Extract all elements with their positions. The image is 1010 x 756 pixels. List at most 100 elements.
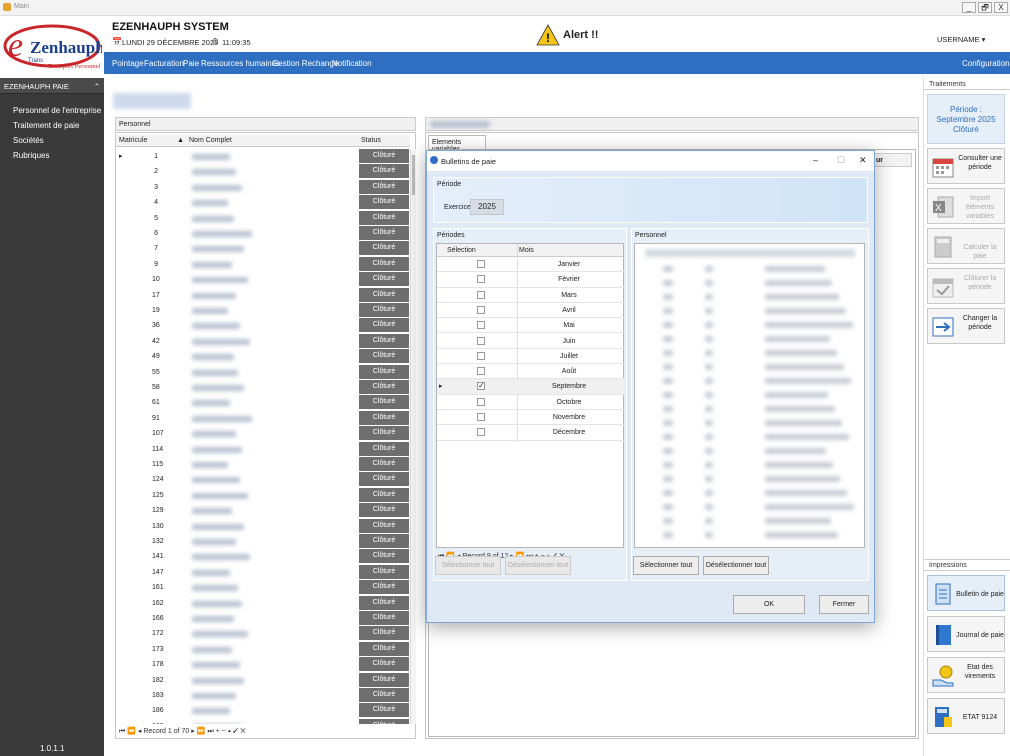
month-checkbox[interactable] [477,351,485,360]
list-item[interactable] [635,514,864,528]
table-row[interactable]: 91 Clôturé [116,410,411,426]
list-item[interactable] [635,416,864,430]
menu-gestion-rechange[interactable]: Gestion Rechange [272,59,338,68]
col-status[interactable]: Status [358,135,410,147]
calculer-paie-button[interactable]: Calculer la paie [927,228,1005,264]
list-item[interactable] [635,458,864,472]
month-row[interactable]: Octobre [437,395,624,410]
import-elements-button[interactable]: X Import éléments variables [927,188,1005,224]
table-row[interactable]: 107 Clôturé [116,426,411,441]
month-checkbox[interactable] [477,321,485,330]
month-checkbox[interactable] [477,413,485,421]
table-row[interactable]: 114 Clôturé [116,441,411,457]
periodes-select-all-button[interactable]: Sélectionner tout [435,556,501,575]
table-row[interactable]: 186 Clôturé [116,703,411,718]
list-item[interactable] [635,528,864,542]
warning-icon[interactable]: ! [536,24,560,48]
username-dropdown[interactable]: USERNAME ▾ [937,35,985,44]
month-row[interactable]: Mai [437,318,624,334]
table-row[interactable]: 115 Clôturé [116,457,411,472]
table-row[interactable]: 10 Clôturé [116,272,411,287]
table-row[interactable]: 166 Clôturé [116,611,411,626]
table-row[interactable]: 6 Clôturé [116,226,411,241]
month-checkbox[interactable] [477,290,485,299]
month-row[interactable]: Mars [437,288,624,303]
table-row[interactable]: 3 Clôturé [116,179,411,195]
module-header[interactable]: EZENHAUPH PAIE ⌃ [0,78,104,94]
periodes-deselect-all-button[interactable]: Désélectionner tout [505,556,571,575]
table-row[interactable]: 147 Clôturé [116,564,411,580]
month-row[interactable]: ▸ ✓ Septembre [437,379,624,395]
consulter-periode-button[interactable]: Consulter une période [927,148,1005,184]
month-checkbox[interactable] [477,367,485,376]
table-row[interactable]: 7 Clôturé [116,241,411,256]
table-row[interactable]: 61 Clôturé [116,395,411,410]
month-row[interactable]: Novembre [437,410,624,426]
bulletin-paie-button[interactable]: Bulletin de paie [927,575,1005,611]
table-row[interactable]: 129 Clôturé [116,503,411,518]
table-row[interactable]: 172 Clôturé [116,626,411,641]
menu-paie[interactable]: Paie [183,59,199,68]
table-row[interactable]: 161 Clôturé [116,580,411,595]
etat-9124-button[interactable]: ETAT 9124 [927,698,1005,734]
list-item[interactable] [635,430,864,444]
month-checkbox[interactable]: ✓ [477,382,485,391]
list-item[interactable] [635,360,864,374]
alert-label[interactable]: Alert !! [563,29,598,41]
table-row[interactable]: 124 Clôturé [116,472,411,487]
list-item[interactable] [635,290,864,304]
dialog-maximize-button[interactable]: ☐ [837,155,845,166]
fermer-button[interactable]: Fermer [819,595,869,614]
minimize-button[interactable]: _ [962,2,976,13]
list-item[interactable] [635,402,864,416]
month-checkbox[interactable] [477,428,485,437]
ok-button[interactable]: OK [733,595,805,614]
list-item[interactable] [635,388,864,402]
table-row[interactable]: 55 Clôturé [116,364,411,380]
menu-ressources-humaines[interactable]: Ressources humaines [201,59,280,68]
month-row[interactable]: Février [437,272,624,288]
list-item[interactable] [635,262,864,276]
personnel-nav[interactable]: ⏮ ⏪ ◂ Record 1 of 70 ▸ ⏩ ⏭ + − ▴ ✓ ✕ [119,727,246,736]
table-row[interactable]: 17 Clôturé [116,287,411,303]
close-button[interactable]: X [994,2,1008,13]
table-row[interactable]: 141 Clôturé [116,549,411,564]
list-item[interactable] [635,444,864,458]
list-item[interactable] [635,486,864,500]
table-row[interactable]: 125 Clôturé [116,487,411,503]
table-row[interactable]: 9 Clôturé [116,256,411,272]
table-row[interactable]: 178 Clôturé [116,657,411,672]
table-row[interactable]: 36 Clôturé [116,318,411,333]
month-checkbox[interactable] [477,305,485,314]
changer-periode-button[interactable]: Changer la période [927,308,1005,344]
list-item[interactable] [635,346,864,360]
journal-paie-button[interactable]: Journal de paie [927,616,1005,652]
menu-facturation[interactable]: Facturation [144,59,184,68]
month-row[interactable]: Juillet [437,349,624,365]
nav-personnel[interactable]: Personnel de l'entreprise [13,106,101,115]
col-selection[interactable]: Sélection [447,247,476,254]
month-row[interactable]: Avril [437,303,624,319]
table-row[interactable]: 173 Clôturé [116,641,411,657]
col-matricule[interactable]: Matricule ▲ [116,135,186,147]
menu-notification[interactable]: Notification [332,59,372,68]
table-row[interactable]: 58 Clôturé [116,380,411,395]
table-row[interactable]: 5 Clôturé [116,210,411,226]
table-row[interactable]: 130 Clôturé [116,518,411,534]
col-mois[interactable]: Mois [519,247,534,254]
table-row[interactable]: 19 Clôturé [116,303,411,318]
table-row[interactable]: 2 Clôturé [116,164,411,179]
table-row[interactable]: 49 Clôturé [116,349,411,364]
table-row[interactable]: 162 Clôturé [116,595,411,611]
exercice-field[interactable]: 2025 [470,199,504,215]
nav-traitement-paie[interactable]: Traitement de paie [13,121,79,130]
list-item[interactable] [635,332,864,346]
month-checkbox[interactable] [477,336,485,345]
list-item[interactable] [635,304,864,318]
table-row[interactable]: 183 Clôturé [116,688,411,703]
personnel-grid[interactable]: Matricule ▲ Nom Complet Status ▸ 1 Clôturé 2… [115,132,416,739]
personnel-select-all-button[interactable]: Sélectionner tout [633,556,699,575]
nav-rubriques[interactable]: Rubriques [13,151,49,160]
list-item[interactable] [635,318,864,332]
months-grid[interactable]: Sélection Mois Janvier Février Mars Avril Ma… [436,243,624,548]
